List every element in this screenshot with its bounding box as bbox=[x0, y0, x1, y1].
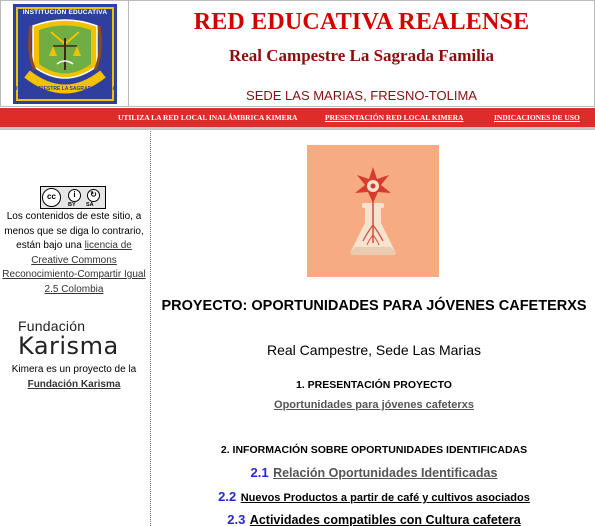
karisma-logo-big: Karisma bbox=[18, 332, 119, 360]
logo-bottom-text: REAL CAMPESTRE LA SAGRADA FAMILIA bbox=[13, 86, 117, 92]
site-header: INSTITUCIÓN EDUCATIVA REAL CAMPESTRE LA … bbox=[0, 0, 595, 108]
site-title: RED EDUCATIVA REALENSE bbox=[193, 9, 530, 35]
list-item: 2.3 Actividades compatibles con Cultura … bbox=[153, 511, 595, 526]
item-number: 2.1 bbox=[250, 465, 269, 480]
actividades-compatibles-link[interactable]: Actividades compatibles con Cultura cafe… bbox=[250, 513, 521, 526]
nav-item-utiliza-red: UTILIZA LA RED LOCAL INALÁMBRICA KIMERA bbox=[118, 113, 298, 122]
logo-cell: INSTITUCIÓN EDUCATIVA REAL CAMPESTRE LA … bbox=[0, 0, 129, 107]
flask-flower-icon bbox=[307, 145, 439, 277]
project-subtitle: Real Campestre, Sede Las Marias bbox=[267, 342, 481, 358]
cc-by-label: BY bbox=[68, 202, 76, 208]
license-notice: Los contenidos de este sitio, a menos qu… bbox=[0, 210, 148, 297]
creative-commons-badge[interactable]: cc i ↻ BY SA bbox=[40, 186, 106, 209]
share-alike-icon: ↻ bbox=[87, 189, 100, 202]
nav-link-indicaciones-uso[interactable]: INDICACIONES DE USO bbox=[494, 113, 580, 122]
section-presentacion-heading: 1. PRESENTACIÓN PROYECTO bbox=[296, 379, 452, 391]
cc-sa-label: SA bbox=[86, 202, 94, 208]
item-number: 2.2 bbox=[218, 489, 237, 504]
site-location: SEDE LAS MARIAS, FRESNO-TOLIMA bbox=[246, 88, 477, 103]
site-subtitle: Real Campestre La Sagrada Familia bbox=[228, 46, 495, 65]
kimera-credit-text: Kimera es un proyecto de la bbox=[11, 364, 137, 375]
fundacion-karisma-logo[interactable]: Fundación Karisma bbox=[18, 318, 138, 358]
top-nav-bar: UTILIZA LA RED LOCAL INALÁMBRICA KIMERA … bbox=[0, 108, 595, 127]
nav-link-presentacion-red[interactable]: PRESENTACIÓN RED LOCAL KIMERA bbox=[325, 113, 463, 122]
project-illustration bbox=[307, 145, 439, 277]
sidebar-divider bbox=[150, 131, 151, 526]
school-logo[interactable]: INSTITUCIÓN EDUCATIVA REAL CAMPESTRE LA … bbox=[13, 4, 117, 104]
project-title: PROYECTO: OPORTUNIDADES PARA JÓVENES CAF… bbox=[161, 298, 587, 314]
kimera-credit: Kimera es un proyecto de la Fundación Ka… bbox=[0, 363, 148, 392]
attribution-icon: i bbox=[68, 189, 81, 202]
cc-icon: cc bbox=[42, 188, 61, 207]
oportunidades-jovenes-link[interactable]: Oportunidades para jóvenes cafeterxs bbox=[153, 399, 595, 411]
title-cell: RED EDUCATIVA REALENSE Real Campestre La… bbox=[129, 0, 595, 107]
section-informacion-heading: 2. INFORMACIÓN SOBRE OPORTUNIDADES IDENT… bbox=[220, 444, 528, 456]
nuevos-productos-link[interactable]: Nuevos Productos a partir de café y cult… bbox=[241, 492, 530, 504]
nav-divider bbox=[0, 127, 595, 130]
list-item: 2.1 Relación Oportunidades Identificadas bbox=[153, 464, 595, 482]
fundacion-karisma-link[interactable]: Fundación Karisma bbox=[28, 379, 121, 390]
logo-top-text: INSTITUCIÓN EDUCATIVA bbox=[22, 9, 108, 16]
relacion-oportunidades-link[interactable]: Relación Oportunidades Identificadas bbox=[273, 466, 497, 480]
item-number: 2.3 bbox=[227, 512, 246, 526]
list-item: 2.2 Nuevos Productos a partir de café y … bbox=[153, 488, 595, 506]
